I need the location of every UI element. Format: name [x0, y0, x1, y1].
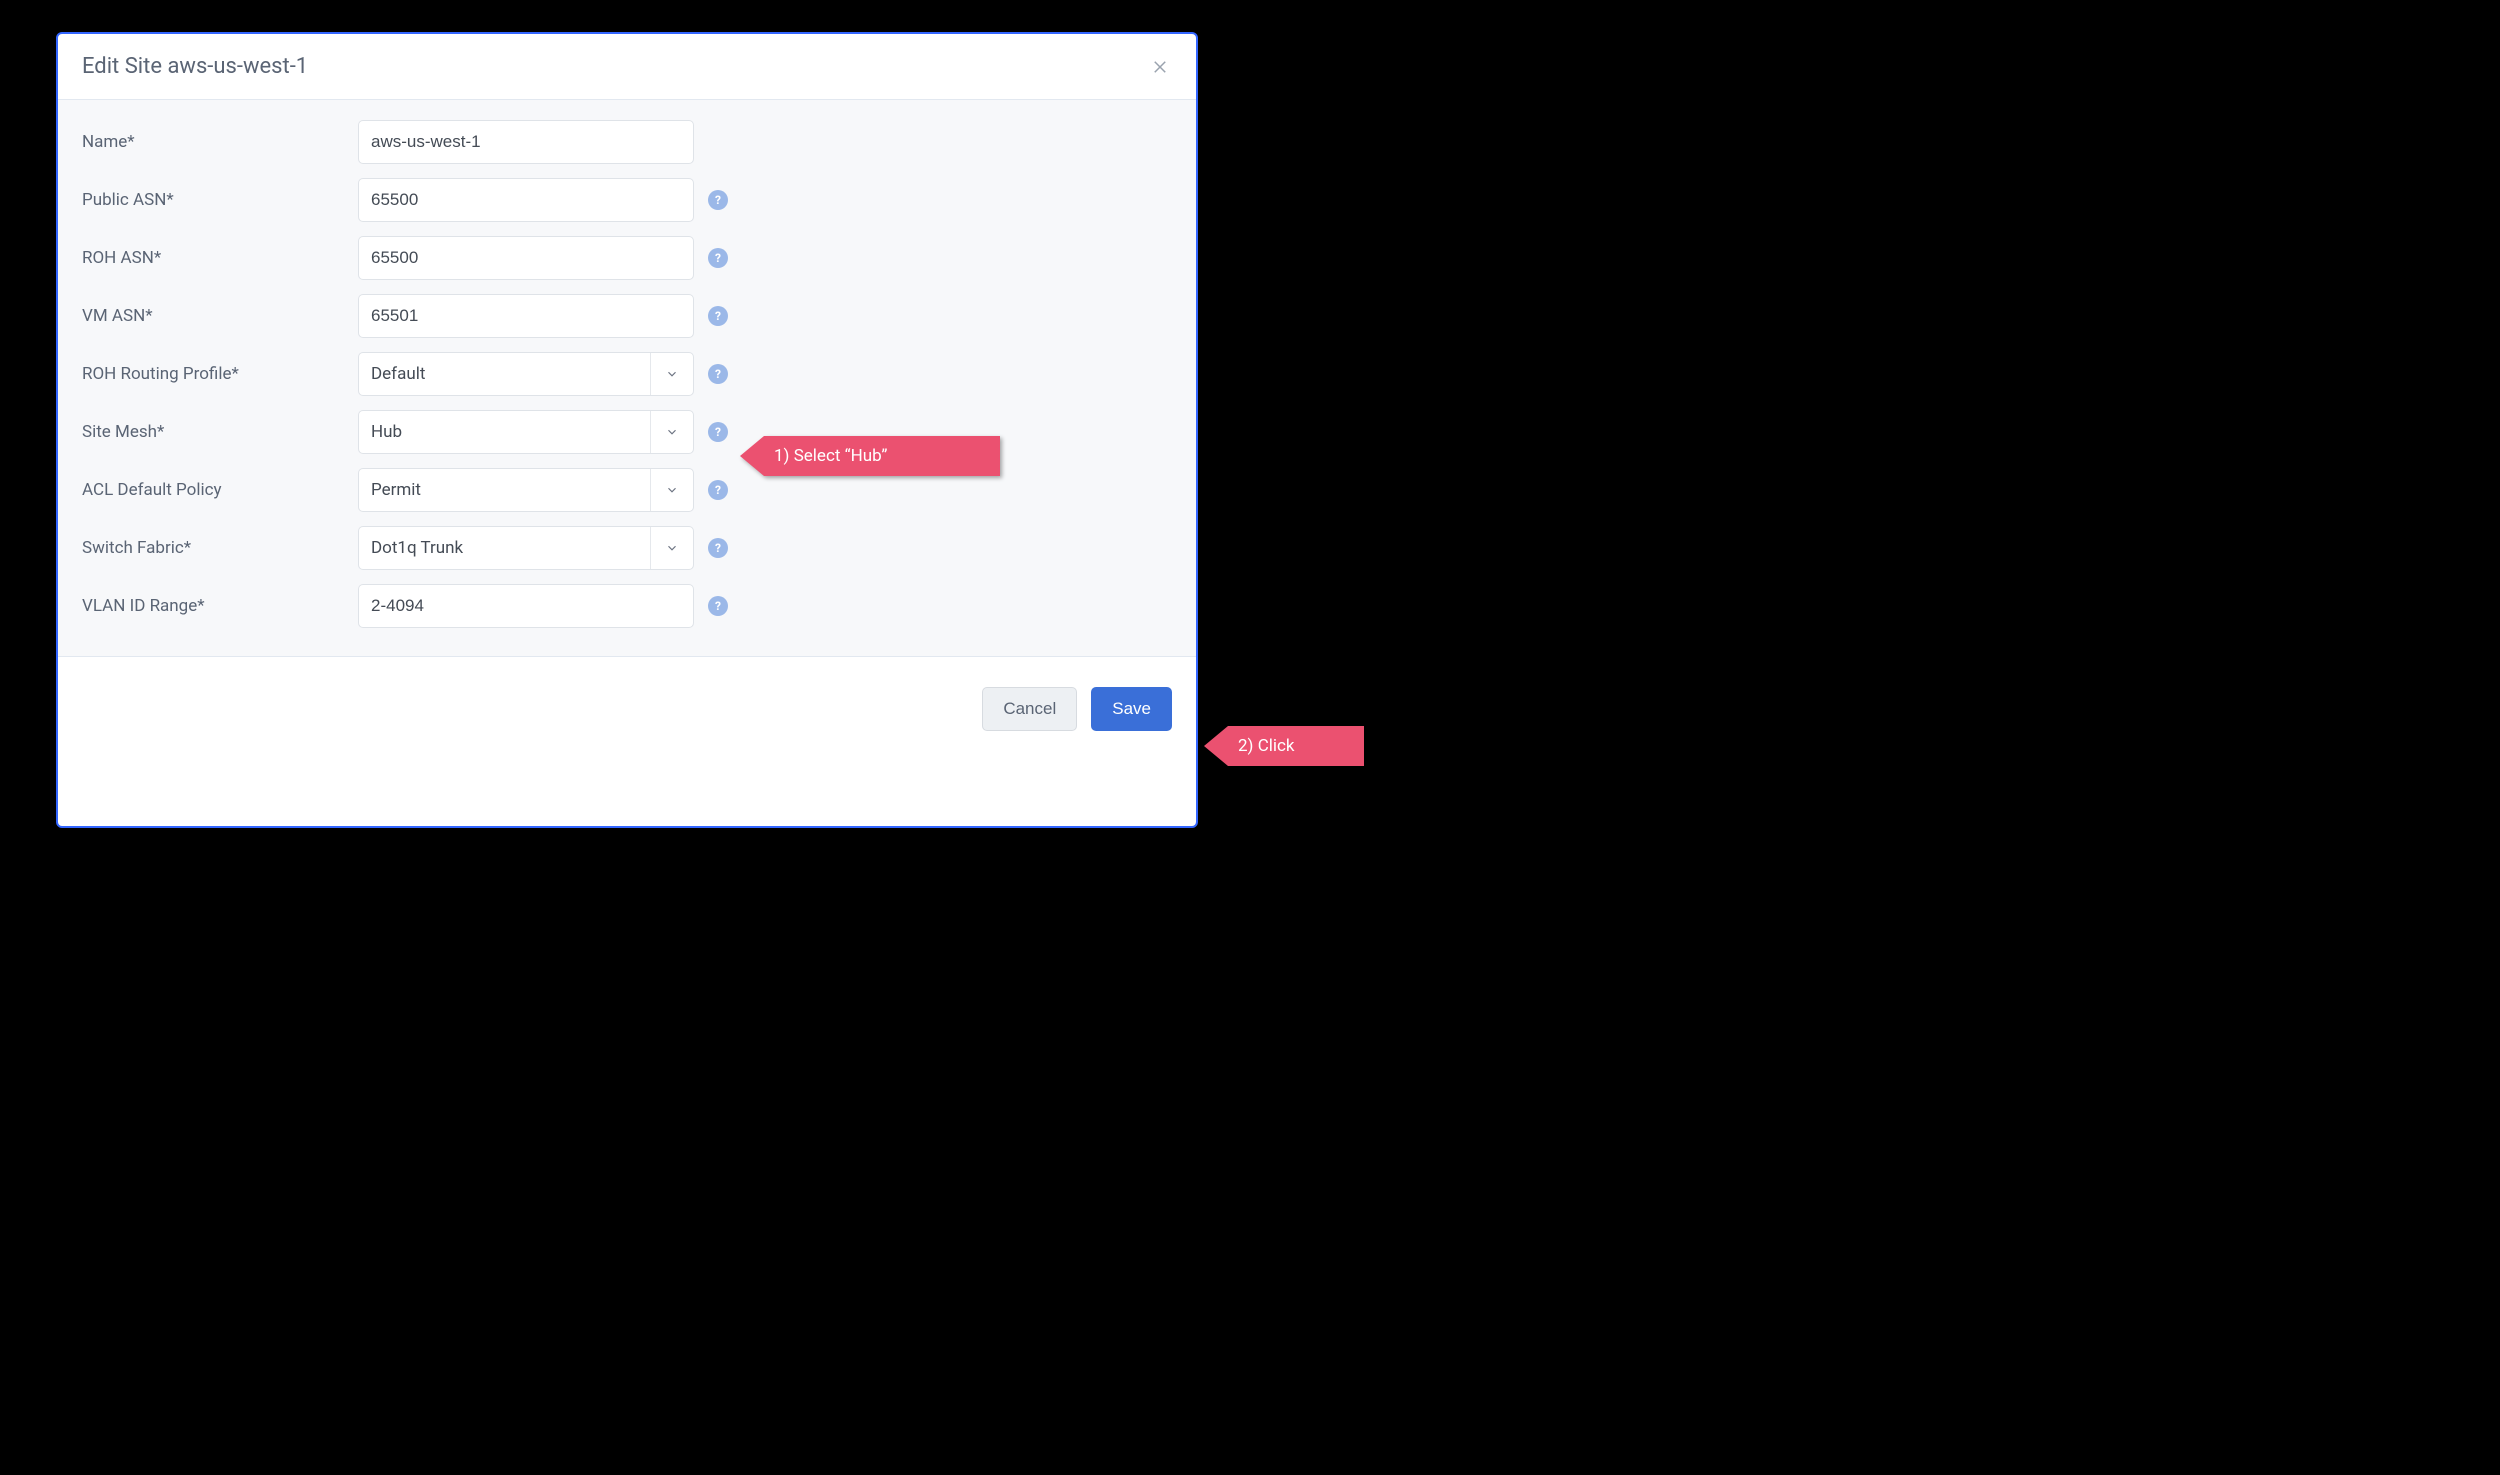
modal-body: Name* Public ASN* ? ROH ASN* ? VM ASN* ?: [58, 100, 1196, 657]
roh-asn-input[interactable]: [358, 236, 694, 280]
switch-fabric-value: Dot1q Trunk: [371, 538, 650, 558]
acl-policy-value: Permit: [371, 480, 650, 500]
modal-header: Edit Site aws-us-west-1: [58, 34, 1196, 100]
chevron-down-icon: [650, 527, 693, 569]
help-icon[interactable]: ?: [708, 480, 728, 500]
row-roh-profile: ROH Routing Profile* Default ?: [82, 352, 1172, 396]
help-icon[interactable]: ?: [708, 248, 728, 268]
chevron-down-icon: [650, 353, 693, 395]
row-public-asn: Public ASN* ?: [82, 178, 1172, 222]
label-roh-asn: ROH ASN*: [82, 248, 358, 268]
row-name: Name*: [82, 120, 1172, 164]
chevron-down-icon: [650, 411, 693, 453]
annotation-select-hub: 1) Select “Hub”: [740, 436, 1000, 476]
close-icon: [1151, 58, 1169, 76]
help-icon[interactable]: ?: [708, 596, 728, 616]
label-acl-policy: ACL Default Policy: [82, 480, 358, 500]
row-roh-asn: ROH ASN* ?: [82, 236, 1172, 280]
label-public-asn: Public ASN*: [82, 190, 358, 210]
help-icon[interactable]: ?: [708, 306, 728, 326]
help-icon[interactable]: ?: [708, 538, 728, 558]
label-site-mesh: Site Mesh*: [82, 422, 358, 442]
close-button[interactable]: [1148, 55, 1172, 79]
label-switch-fabric: Switch Fabric*: [82, 538, 358, 558]
vlan-range-input[interactable]: [358, 584, 694, 628]
label-vlan-range: VLAN ID Range*: [82, 596, 358, 616]
row-switch-fabric: Switch Fabric* Dot1q Trunk ?: [82, 526, 1172, 570]
help-icon[interactable]: ?: [708, 190, 728, 210]
row-acl-policy: ACL Default Policy Permit ?: [82, 468, 1172, 512]
name-input[interactable]: [358, 120, 694, 164]
arrow-left-icon: [740, 436, 764, 476]
site-mesh-value: Hub: [371, 422, 650, 442]
annotation-click-save: 2) Click: [1204, 726, 1364, 766]
edit-site-modal: Edit Site aws-us-west-1 Name* Public ASN…: [56, 32, 1198, 828]
switch-fabric-select[interactable]: Dot1q Trunk: [358, 526, 694, 570]
row-vlan-range: VLAN ID Range* ?: [82, 584, 1172, 628]
chevron-down-icon: [650, 469, 693, 511]
save-button[interactable]: Save: [1091, 687, 1172, 731]
help-icon[interactable]: ?: [708, 364, 728, 384]
site-mesh-select[interactable]: Hub: [358, 410, 694, 454]
row-vm-asn: VM ASN* ?: [82, 294, 1172, 338]
roh-profile-select[interactable]: Default: [358, 352, 694, 396]
label-name: Name*: [82, 132, 358, 152]
modal-title: Edit Site aws-us-west-1: [82, 54, 308, 79]
cancel-button[interactable]: Cancel: [982, 687, 1077, 731]
help-icon[interactable]: ?: [708, 422, 728, 442]
arrow-left-icon: [1204, 726, 1228, 766]
annotation-text: 2) Click: [1228, 726, 1364, 766]
row-site-mesh: Site Mesh* Hub ?: [82, 410, 1172, 454]
annotation-text: 1) Select “Hub”: [764, 436, 1000, 476]
label-roh-profile: ROH Routing Profile*: [82, 364, 358, 384]
acl-policy-select[interactable]: Permit: [358, 468, 694, 512]
roh-profile-value: Default: [371, 364, 650, 384]
vm-asn-input[interactable]: [358, 294, 694, 338]
label-vm-asn: VM ASN*: [82, 306, 358, 326]
public-asn-input[interactable]: [358, 178, 694, 222]
modal-footer: Cancel Save: [58, 657, 1196, 759]
